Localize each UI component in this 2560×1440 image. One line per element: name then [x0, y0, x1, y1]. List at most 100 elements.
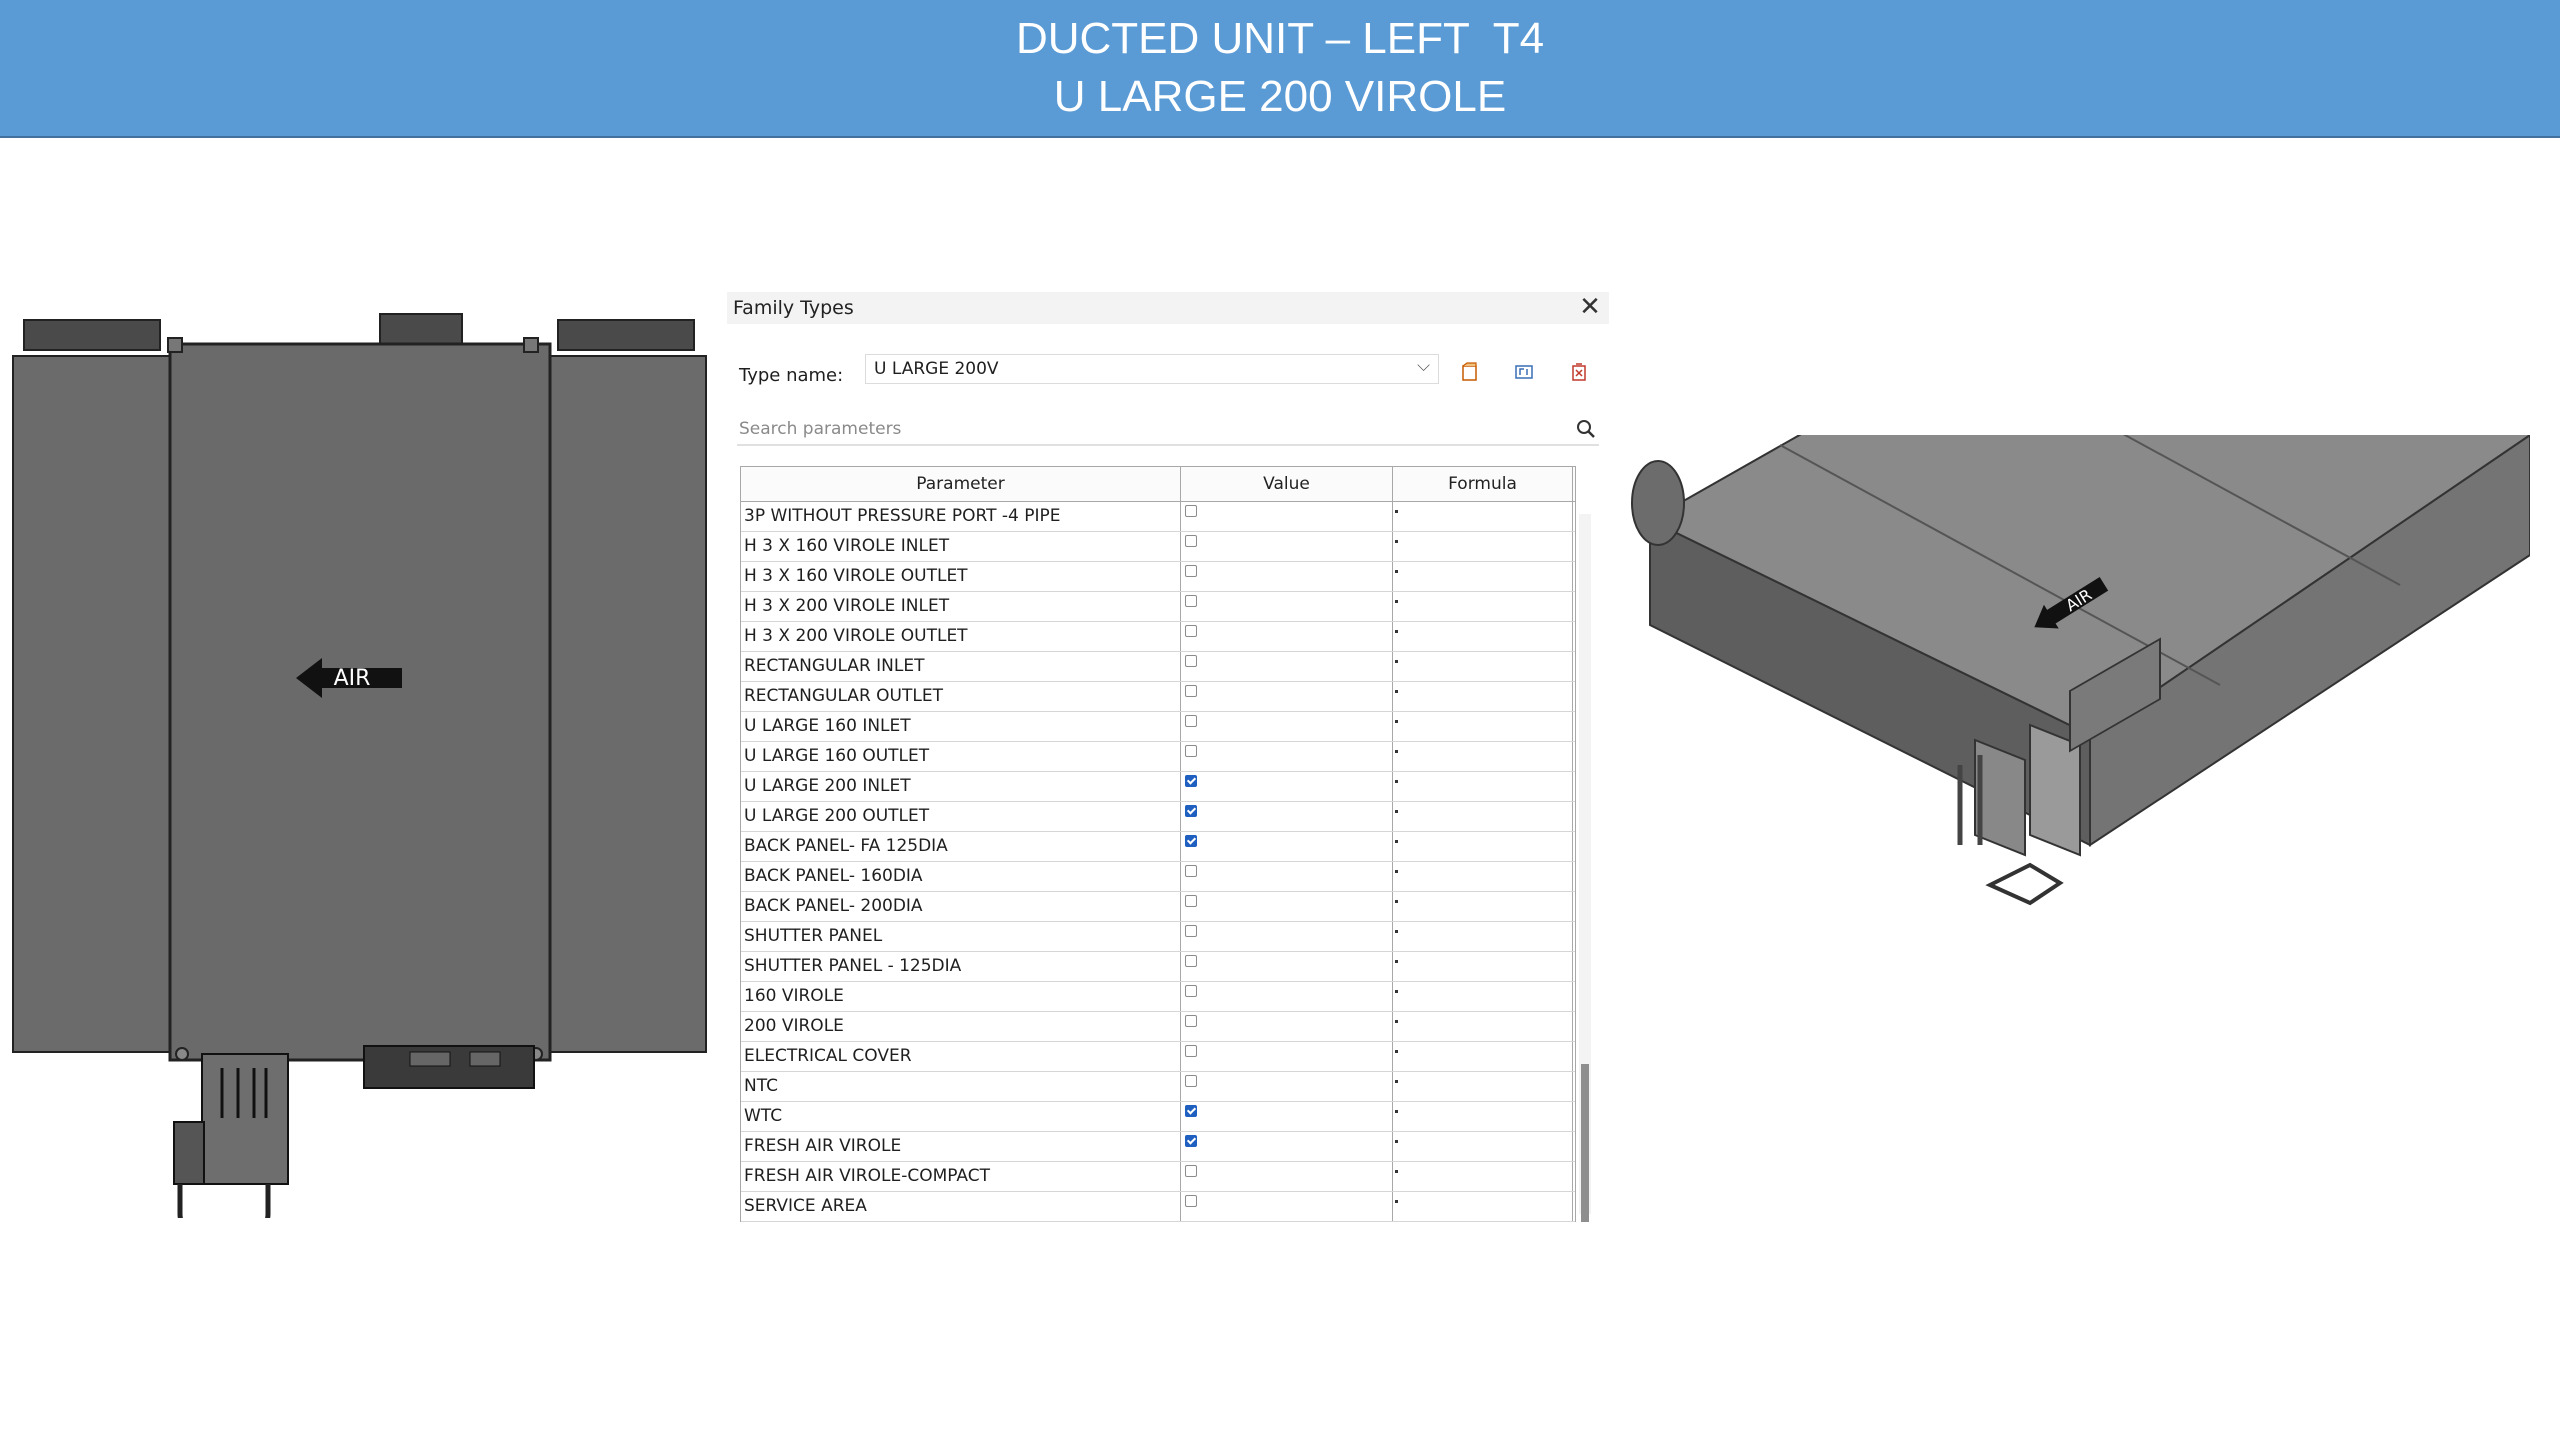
formula-cell[interactable] [1393, 802, 1573, 831]
table-row[interactable]: H 3 X 200 VIROLE INLET [741, 592, 1575, 622]
formula-cell[interactable] [1393, 1012, 1573, 1041]
table-row[interactable]: H 3 X 160 VIROLE INLET [741, 532, 1575, 562]
value-cell [1181, 1072, 1393, 1101]
formula-cell[interactable] [1393, 1072, 1573, 1101]
table-row[interactable]: U LARGE 200 OUTLET [741, 802, 1575, 832]
table-row[interactable]: 200 VIROLE [741, 1012, 1575, 1042]
formula-cell[interactable] [1393, 1102, 1573, 1131]
search-icon[interactable] [1575, 418, 1597, 440]
formula-cell[interactable] [1393, 502, 1573, 531]
formula-cell[interactable] [1393, 832, 1573, 861]
table-row[interactable]: SHUTTER PANEL - 125DIA [741, 952, 1575, 982]
table-row[interactable]: H 3 X 200 VIROLE OUTLET [741, 622, 1575, 652]
table-row[interactable]: NTC [741, 1072, 1575, 1102]
value-column-header[interactable]: Value [1181, 467, 1393, 501]
value-checkbox[interactable] [1185, 1015, 1197, 1027]
table-row[interactable]: SHUTTER PANEL [741, 922, 1575, 952]
table-row[interactable]: ELECTRICAL COVER [741, 1042, 1575, 1072]
value-checkbox[interactable] [1185, 745, 1197, 757]
formula-cell[interactable] [1393, 562, 1573, 591]
formula-cell[interactable] [1393, 982, 1573, 1011]
value-cell [1181, 922, 1393, 951]
table-row[interactable]: U LARGE 160 OUTLET [741, 742, 1575, 772]
formula-cell[interactable] [1393, 652, 1573, 681]
table-row[interactable]: BACK PANEL- 200DIA [741, 892, 1575, 922]
value-checkbox[interactable] [1185, 685, 1197, 697]
formula-marker [1395, 1020, 1398, 1023]
value-cell [1181, 1192, 1393, 1221]
value-checkbox[interactable] [1185, 985, 1197, 997]
value-checkbox[interactable] [1185, 895, 1197, 907]
formula-cell[interactable] [1393, 922, 1573, 951]
value-checkbox[interactable] [1185, 925, 1197, 937]
formula-marker [1395, 810, 1398, 813]
value-checkbox[interactable] [1185, 865, 1197, 877]
formula-cell[interactable] [1393, 892, 1573, 921]
scrollbar-thumb[interactable] [1581, 1064, 1589, 1222]
table-row[interactable]: FRESH AIR VIROLE [741, 1132, 1575, 1162]
table-row[interactable]: RECTANGULAR INLET [741, 652, 1575, 682]
parameter-name-cell: BACK PANEL- FA 125DIA [741, 832, 1181, 861]
delete-type-icon[interactable] [1568, 361, 1590, 383]
formula-cell[interactable] [1393, 532, 1573, 561]
front-air-label: AIR [334, 666, 371, 691]
table-row[interactable]: 3P WITHOUT PRESSURE PORT -4 PIPE [741, 502, 1575, 532]
formula-cell[interactable] [1393, 592, 1573, 621]
formula-cell[interactable] [1393, 622, 1573, 651]
table-row[interactable]: U LARGE 200 INLET [741, 772, 1575, 802]
close-button[interactable]: ✕ [1577, 294, 1603, 320]
rename-type-icon[interactable] [1513, 361, 1535, 383]
value-checkbox[interactable] [1185, 1165, 1197, 1177]
value-checkbox[interactable] [1185, 805, 1197, 817]
type-name-dropdown[interactable]: U LARGE 200V ⌵ [865, 354, 1439, 384]
formula-cell[interactable] [1393, 742, 1573, 771]
grid-body: 3P WITHOUT PRESSURE PORT -4 PIPE H 3 X 16… [741, 502, 1575, 1222]
value-checkbox[interactable] [1185, 655, 1197, 667]
value-checkbox[interactable] [1185, 1045, 1197, 1057]
parameter-column-header[interactable]: Parameter [741, 467, 1181, 501]
formula-column-header[interactable]: Formula [1393, 467, 1573, 501]
table-row[interactable]: RECTANGULAR OUTLET [741, 682, 1575, 712]
value-checkbox[interactable] [1185, 1105, 1197, 1117]
formula-cell[interactable] [1393, 772, 1573, 801]
table-row[interactable]: FRESH AIR VIROLE-COMPACT [741, 1162, 1575, 1192]
table-row[interactable]: BACK PANEL- FA 125DIA [741, 832, 1575, 862]
table-row[interactable]: H 3 X 160 VIROLE OUTLET [741, 562, 1575, 592]
value-checkbox[interactable] [1185, 535, 1197, 547]
value-checkbox[interactable] [1185, 1075, 1197, 1087]
value-checkbox[interactable] [1185, 955, 1197, 967]
dialog-titlebar[interactable]: Family Types ✕ [727, 292, 1609, 324]
close-icon: ✕ [1579, 292, 1601, 322]
search-input[interactable] [737, 414, 1561, 444]
formula-cell[interactable] [1393, 862, 1573, 891]
formula-cell[interactable] [1393, 952, 1573, 981]
value-checkbox[interactable] [1185, 715, 1197, 727]
value-checkbox[interactable] [1185, 775, 1197, 787]
table-row[interactable]: 160 VIROLE [741, 982, 1575, 1012]
table-row[interactable]: U LARGE 160 INLET [741, 712, 1575, 742]
table-row[interactable]: SERVICE AREA [741, 1192, 1575, 1222]
value-checkbox[interactable] [1185, 565, 1197, 577]
value-checkbox[interactable] [1185, 595, 1197, 607]
formula-cell[interactable] [1393, 1192, 1573, 1221]
parameter-name-cell: RECTANGULAR INLET [741, 652, 1181, 681]
vertical-scrollbar[interactable] [1579, 514, 1591, 1222]
formula-cell[interactable] [1393, 1132, 1573, 1161]
formula-cell[interactable] [1393, 712, 1573, 741]
new-type-icon[interactable] [1459, 361, 1481, 383]
table-row[interactable]: BACK PANEL- 160DIA [741, 862, 1575, 892]
value-cell [1181, 742, 1393, 771]
formula-marker [1395, 780, 1398, 783]
value-checkbox[interactable] [1185, 1195, 1197, 1207]
value-checkbox[interactable] [1185, 625, 1197, 637]
parameter-name-cell: SHUTTER PANEL [741, 922, 1181, 951]
value-cell [1181, 802, 1393, 831]
value-cell [1181, 952, 1393, 981]
value-checkbox[interactable] [1185, 835, 1197, 847]
value-checkbox[interactable] [1185, 505, 1197, 517]
formula-cell[interactable] [1393, 1042, 1573, 1071]
formula-cell[interactable] [1393, 682, 1573, 711]
value-checkbox[interactable] [1185, 1135, 1197, 1147]
formula-cell[interactable] [1393, 1162, 1573, 1191]
table-row[interactable]: WTC [741, 1102, 1575, 1132]
